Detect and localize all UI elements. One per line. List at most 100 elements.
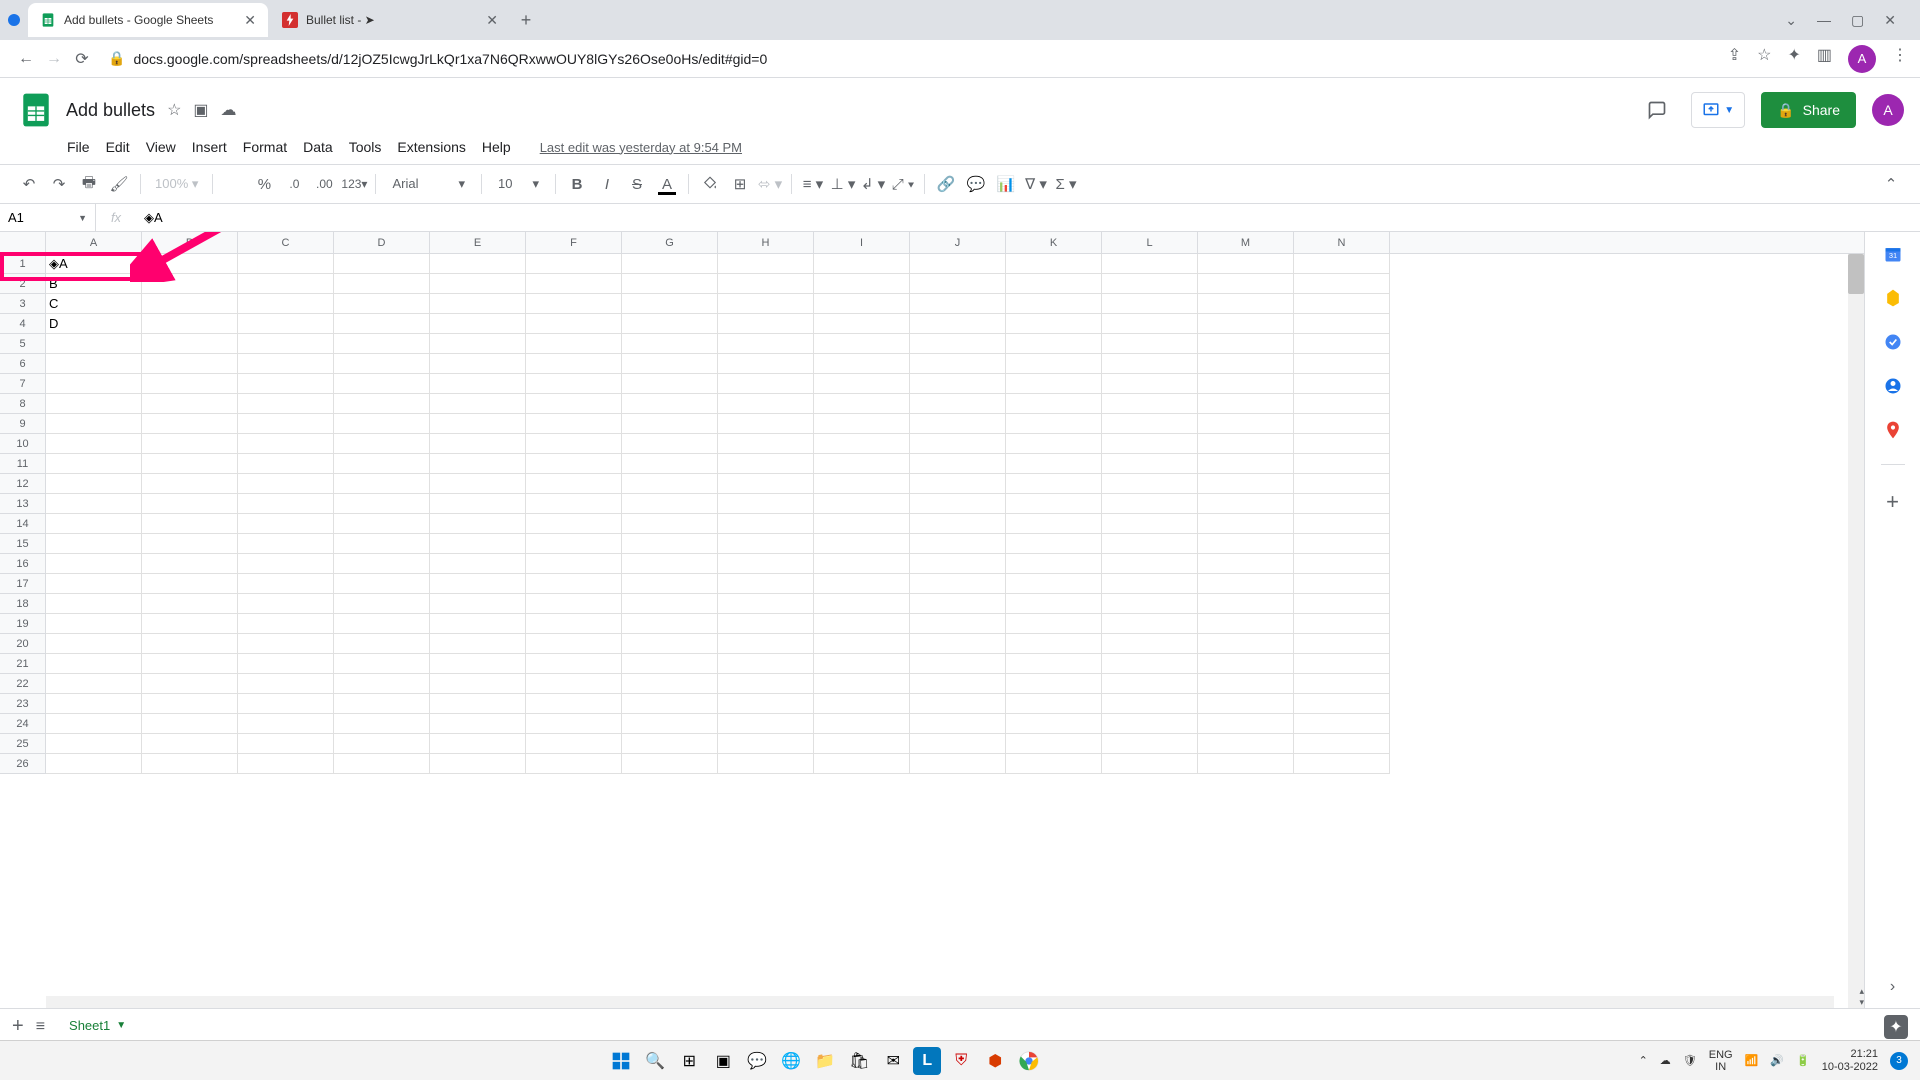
- cell[interactable]: [142, 254, 238, 274]
- cell[interactable]: [622, 614, 718, 634]
- cell[interactable]: [1006, 734, 1102, 754]
- menu-edit[interactable]: Edit: [99, 137, 137, 157]
- cell[interactable]: [1294, 594, 1390, 614]
- cell[interactable]: [430, 314, 526, 334]
- cell[interactable]: [334, 454, 430, 474]
- cell[interactable]: [1198, 254, 1294, 274]
- cell[interactable]: [1198, 274, 1294, 294]
- volume-icon[interactable]: 🔊: [1770, 1054, 1784, 1067]
- cell[interactable]: [1294, 354, 1390, 374]
- cell[interactable]: [622, 734, 718, 754]
- forward-button[interactable]: →: [40, 45, 68, 73]
- print-button[interactable]: 🖶: [76, 171, 102, 197]
- cell[interactable]: [142, 494, 238, 514]
- column-header[interactable]: D: [334, 232, 430, 253]
- cell[interactable]: [1294, 394, 1390, 414]
- cell[interactable]: [622, 254, 718, 274]
- cell[interactable]: [1006, 374, 1102, 394]
- bookmark-star-icon[interactable]: ☆: [1757, 45, 1771, 73]
- cell[interactable]: [526, 554, 622, 574]
- cell[interactable]: [1102, 674, 1198, 694]
- row-header[interactable]: 3: [0, 294, 46, 314]
- cell[interactable]: [1102, 314, 1198, 334]
- row-header[interactable]: 20: [0, 634, 46, 654]
- chrome-icon[interactable]: [1015, 1047, 1043, 1075]
- cell[interactable]: [1294, 634, 1390, 654]
- menu-file[interactable]: File: [60, 137, 97, 157]
- keyboard-layout-indicator[interactable]: IN: [1715, 1061, 1726, 1073]
- row-header[interactable]: 1: [0, 254, 46, 274]
- cell[interactable]: [46, 634, 142, 654]
- cell[interactable]: [142, 614, 238, 634]
- cell[interactable]: [46, 694, 142, 714]
- widgets-button[interactable]: ▣: [709, 1047, 737, 1075]
- cell[interactable]: [718, 274, 814, 294]
- cell[interactable]: [526, 614, 622, 634]
- cell[interactable]: [1006, 394, 1102, 414]
- cell[interactable]: [430, 614, 526, 634]
- cell[interactable]: [334, 514, 430, 534]
- chat-icon[interactable]: 💬: [743, 1047, 771, 1075]
- cell[interactable]: [910, 574, 1006, 594]
- cell[interactable]: [910, 434, 1006, 454]
- cell[interactable]: [430, 754, 526, 774]
- undo-button[interactable]: ↶: [16, 171, 42, 197]
- clock[interactable]: 21:21 10-03-2022: [1822, 1048, 1878, 1074]
- cell[interactable]: [334, 714, 430, 734]
- cell[interactable]: [526, 494, 622, 514]
- cell[interactable]: [1006, 714, 1102, 734]
- cell[interactable]: [1006, 414, 1102, 434]
- cell[interactable]: [430, 414, 526, 434]
- tray-chevron-icon[interactable]: ⌃: [1639, 1054, 1648, 1067]
- text-wrap-button[interactable]: ↲ ▾: [860, 171, 886, 197]
- cell[interactable]: [526, 714, 622, 734]
- cell[interactable]: [142, 754, 238, 774]
- cell[interactable]: [430, 694, 526, 714]
- cell[interactable]: [910, 694, 1006, 714]
- cell[interactable]: [622, 654, 718, 674]
- cell[interactable]: [1294, 494, 1390, 514]
- cell[interactable]: [142, 734, 238, 754]
- cell[interactable]: [622, 594, 718, 614]
- cell[interactable]: [814, 554, 910, 574]
- cell[interactable]: [1198, 374, 1294, 394]
- notification-badge[interactable]: 3: [1890, 1052, 1908, 1070]
- cell[interactable]: [238, 574, 334, 594]
- explore-button[interactable]: ✦: [1884, 1015, 1908, 1039]
- column-header[interactable]: M: [1198, 232, 1294, 253]
- cell[interactable]: [238, 534, 334, 554]
- row-header[interactable]: 18: [0, 594, 46, 614]
- maximize-button[interactable]: ▢: [1851, 12, 1864, 29]
- redo-button[interactable]: ↷: [46, 171, 72, 197]
- cell[interactable]: [142, 274, 238, 294]
- cell[interactable]: [430, 454, 526, 474]
- cell[interactable]: [814, 434, 910, 454]
- cell[interactable]: [1102, 594, 1198, 614]
- edge-icon[interactable]: 🌐: [777, 1047, 805, 1075]
- cell[interactable]: [622, 714, 718, 734]
- cell[interactable]: [1102, 454, 1198, 474]
- row-header[interactable]: 16: [0, 554, 46, 574]
- cell[interactable]: [622, 394, 718, 414]
- cell[interactable]: [1294, 574, 1390, 594]
- cell[interactable]: [910, 274, 1006, 294]
- share-button[interactable]: 🔒 Share: [1761, 92, 1856, 128]
- cell[interactable]: ◈A: [46, 254, 142, 274]
- cell[interactable]: [238, 274, 334, 294]
- cell[interactable]: [1198, 754, 1294, 774]
- cell[interactable]: [238, 354, 334, 374]
- cell[interactable]: [1198, 534, 1294, 554]
- cell[interactable]: [1102, 634, 1198, 654]
- row-header[interactable]: 7: [0, 374, 46, 394]
- cell[interactable]: [718, 354, 814, 374]
- cell[interactable]: [814, 614, 910, 634]
- cell[interactable]: [910, 754, 1006, 774]
- cell[interactable]: [238, 614, 334, 634]
- add-addon-icon[interactable]: +: [1883, 489, 1903, 509]
- cell[interactable]: [334, 334, 430, 354]
- cell[interactable]: [430, 674, 526, 694]
- store-icon[interactable]: 🛍: [845, 1047, 873, 1075]
- cell[interactable]: [1198, 554, 1294, 574]
- cell[interactable]: [1102, 294, 1198, 314]
- cell[interactable]: [1294, 694, 1390, 714]
